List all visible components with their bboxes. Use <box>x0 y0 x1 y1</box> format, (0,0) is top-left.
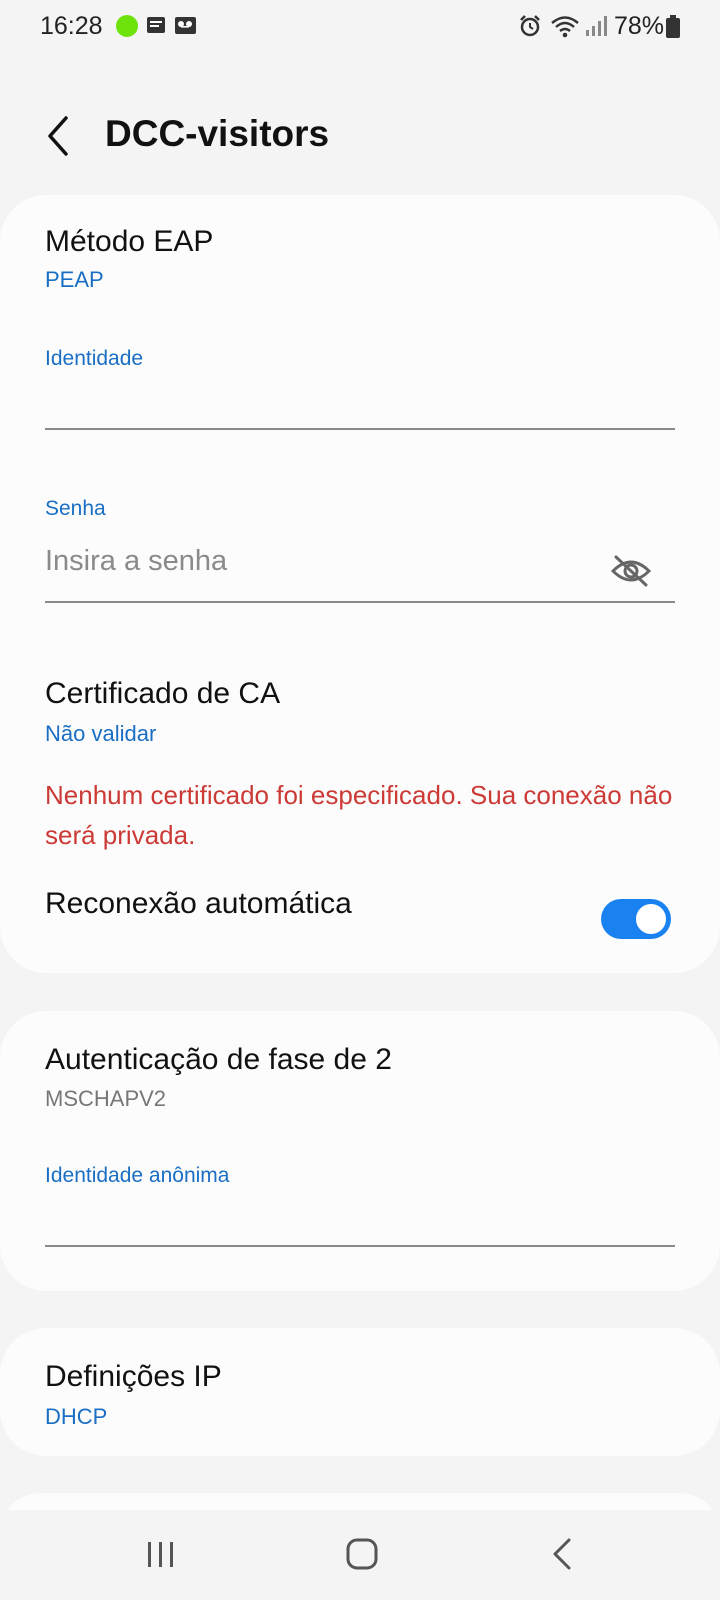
auto-reconnect-label: Reconexão automática <box>45 887 352 920</box>
page-title: DCC-visitors <box>105 113 330 154</box>
phase2-auth-item[interactable]: Autenticação de fase de 2 MSCHAPV2 <box>0 1011 720 1121</box>
recent-apps-icon <box>148 1542 173 1567</box>
message-icon <box>147 17 165 33</box>
identity-label: Identidade <box>45 347 144 370</box>
eap-settings-card: Método EAP PEAP Identidade Senha Certifi… <box>0 195 720 973</box>
alarm-icon <box>520 15 540 37</box>
eap-method-title: Método EAP <box>45 225 214 258</box>
ca-certificate-title: Certificado de CA <box>45 677 281 710</box>
ca-certificate-value: Não validar <box>45 721 157 746</box>
toggle-knob <box>634 902 668 936</box>
navigation-bar <box>0 1510 720 1600</box>
identity-input[interactable] <box>45 373 585 417</box>
status-bar: 16:28 78% <box>0 0 720 54</box>
password-input[interactable] <box>45 539 585 583</box>
home-icon <box>346 1538 378 1570</box>
anonymous-identity-underline <box>45 1245 675 1247</box>
eye-off-icon <box>610 555 652 587</box>
recording-dot-icon <box>116 15 138 37</box>
ip-settings-card[interactable]: Definições IP DHCP <box>0 1328 720 1456</box>
eap-method-value: PEAP <box>45 267 104 292</box>
recent-apps-button[interactable] <box>131 1530 191 1580</box>
show-password-button[interactable] <box>610 553 652 593</box>
phase2-auth-title: Autenticação de fase de 2 <box>45 1043 392 1076</box>
certificate-warning: Nenhum certificado foi especificado. Sua… <box>45 780 673 850</box>
ip-settings-value: DHCP <box>45 1404 108 1429</box>
home-button[interactable] <box>332 1530 392 1580</box>
auto-reconnect-toggle[interactable] <box>601 899 671 939</box>
anonymous-identity-input[interactable] <box>45 1189 585 1233</box>
signal-icon <box>586 16 607 36</box>
eap-method-item[interactable]: Método EAP PEAP <box>0 195 720 315</box>
phase2-auth-value: MSCHAPV2 <box>45 1086 167 1111</box>
back-icon <box>553 1538 571 1570</box>
status-time: 16:28 <box>40 12 103 40</box>
ip-settings-title: Definições IP <box>45 1360 222 1393</box>
nav-back-button[interactable] <box>533 1530 593 1580</box>
voicemail-icon <box>175 17 196 34</box>
password-label: Senha <box>45 497 106 520</box>
battery-icon <box>666 15 680 38</box>
ca-certificate-item[interactable]: Certificado de CA Não validar <box>0 655 720 755</box>
back-button[interactable] <box>38 110 82 162</box>
phase2-card: Autenticação de fase de 2 MSCHAPV2 Ident… <box>0 1011 720 1291</box>
wifi-icon <box>551 16 579 38</box>
identity-underline <box>45 428 675 430</box>
battery-percentage: 78% <box>614 12 665 40</box>
password-underline <box>45 601 675 603</box>
anonymous-identity-label: Identidade anônima <box>45 1164 230 1187</box>
chevron-left-icon <box>48 116 68 156</box>
